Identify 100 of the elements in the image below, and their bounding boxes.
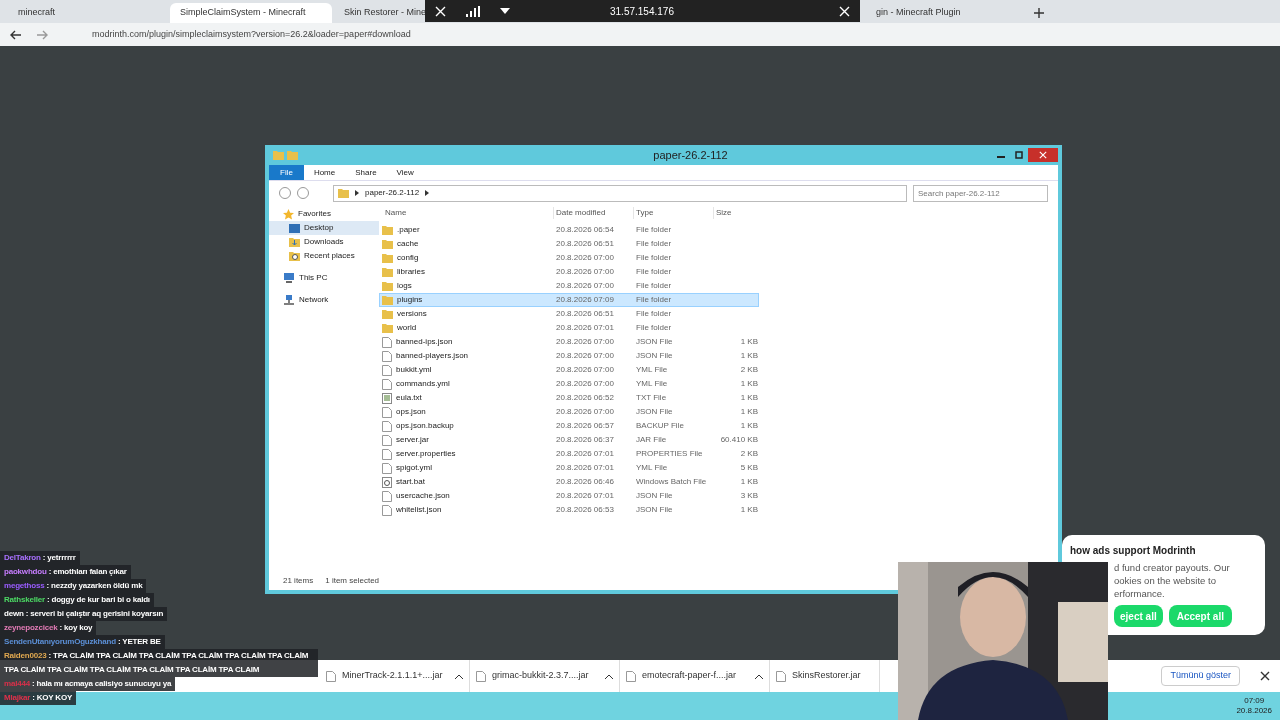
caret-icon[interactable] <box>455 673 463 679</box>
back-icon[interactable] <box>10 29 22 40</box>
chevron-icon[interactable] <box>353 189 361 197</box>
file-date: 20.8.2026 07:00 <box>555 280 615 292</box>
file-row[interactable]: ops.json 20.8.2026 07:00 JSON File 1 KB <box>379 405 759 419</box>
nav-item[interactable]: Downloads <box>269 235 379 249</box>
nav-item[interactable]: Network <box>269 293 379 307</box>
search-field[interactable]: Search paper-26.2-112 <box>913 184 1048 202</box>
file-row[interactable]: server.jar 20.8.2026 06:37 JAR File 60.410 KB <box>379 433 759 447</box>
file-row[interactable]: config 20.8.2026 07:00 File folder <box>379 251 759 265</box>
file-row[interactable]: bukkit.yml 20.8.2026 07:00 YML File 2 KB <box>379 363 759 377</box>
desktop-icon <box>289 223 300 233</box>
file-size: 1 KB <box>739 476 758 488</box>
file-row[interactable]: eula.txt 20.8.2026 06:52 TXT File 1 KB <box>379 391 759 405</box>
file-icon <box>476 670 486 682</box>
file-icon <box>776 670 786 682</box>
ribbon-tab[interactable]: View <box>386 165 424 180</box>
file-date: 20.8.2026 07:01 <box>555 448 615 460</box>
nav-item[interactable]: Desktop <box>269 221 379 235</box>
caret-icon[interactable] <box>605 673 613 679</box>
file-row[interactable]: ops.json.backup 20.8.2026 06:57 BACKUP File 1 KB <box>379 419 759 433</box>
banner-text: d fund creator payouts. Our <box>1114 561 1231 574</box>
clock-time: 07:09 <box>1244 696 1265 706</box>
file-size: 1 KB <box>739 378 758 390</box>
folder-icon <box>273 150 284 160</box>
file-name: versions <box>397 308 427 320</box>
ip-address: 31.57.154.176 <box>610 4 674 19</box>
ribbon-tab[interactable]: Share <box>345 165 387 180</box>
nav-item[interactable]: Recent places <box>269 249 379 263</box>
file-row[interactable]: commands.yml 20.8.2026 07:00 YML File 1 KB <box>379 377 759 391</box>
url-field[interactable]: modrinth.com/plugin/simpleclaimsystem?version=26.2&loader=paper#download <box>62 27 1270 42</box>
file-size: 1 KB <box>739 420 758 432</box>
close-icon[interactable] <box>1260 671 1270 681</box>
folder-icon <box>382 253 393 263</box>
chat-message: megethoss : nezzdy yazarken öldü mk <box>0 579 147 593</box>
folder-icon <box>287 150 298 160</box>
file-name: spigot.yml <box>396 462 432 474</box>
file-row[interactable]: world 20.8.2026 07:01 File folder <box>379 321 759 335</box>
file-name: ops.json.backup <box>396 420 454 432</box>
caret-icon[interactable] <box>755 673 763 679</box>
gear-file-icon <box>382 476 392 488</box>
folder-icon <box>382 239 393 249</box>
ribbon-tab[interactable]: Home <box>303 165 346 180</box>
file-type: BACKUP File <box>635 420 685 432</box>
chat-message: Mlajkar : KOY KOY <box>0 691 77 705</box>
file-row[interactable]: whitelist.json 20.8.2026 06:53 JSON File 1 KB <box>379 503 759 517</box>
file-type: YML File <box>635 378 669 390</box>
disconnect-icon[interactable] <box>435 5 446 17</box>
new-tab-icon[interactable] <box>1034 8 1044 18</box>
file-type: File folder <box>635 224 673 236</box>
file-icon <box>626 670 636 682</box>
file-row[interactable]: server.properties 20.8.2026 07:01 PROPERTIES File 2 KB <box>379 447 759 461</box>
column-header[interactable]: Name <box>379 207 553 219</box>
file-type: File folder <box>635 322 673 334</box>
file-size: 1 KB <box>739 350 758 362</box>
nav-item[interactable]: Favorites <box>269 207 379 221</box>
ribbon-tab[interactable]: File <box>269 165 304 180</box>
file-row[interactable]: logs 20.8.2026 07:00 File folder <box>379 279 759 293</box>
file-name: config <box>397 252 419 264</box>
recent-folder-icon <box>289 251 300 261</box>
column-header[interactable]: Size <box>713 207 759 219</box>
file-row[interactable]: libraries 20.8.2026 07:00 File folder <box>379 265 759 279</box>
clock-date: 20.8.2026 <box>1236 706 1272 716</box>
file-row[interactable]: banned-ips.json 20.8.2026 07:00 JSON File 1 KB <box>379 335 759 349</box>
file-row[interactable]: spigot.yml 20.8.2026 07:01 YML File 5 KB <box>379 461 759 475</box>
nav-item[interactable]: This PC <box>269 271 379 285</box>
browser-tab[interactable]: Skin Restorer - Mine <box>334 3 426 23</box>
file-type: JAR File <box>635 434 668 446</box>
file-row[interactable]: plugins 20.8.2026 07:09 File folder <box>379 293 759 307</box>
browser-tab[interactable]: minecraft <box>8 3 168 23</box>
dropdown-icon[interactable] <box>500 8 510 14</box>
address-field[interactable]: paper-26.2-112 <box>333 184 907 202</box>
column-header[interactable]: Date modified <box>553 207 633 219</box>
file-row[interactable]: .paper 20.8.2026 06:54 File folder <box>379 223 759 237</box>
file-date: 20.8.2026 06:53 <box>555 504 615 516</box>
file-row[interactable]: banned-players.json 20.8.2026 07:00 JSON File 1 KB <box>379 349 759 363</box>
forward-icon[interactable] <box>36 29 48 40</box>
file-date: 20.8.2026 06:52 <box>555 392 615 404</box>
file-name: banned-ips.json <box>396 336 453 348</box>
file-size: 60.410 KB <box>719 434 758 446</box>
file-date: 20.8.2026 06:37 <box>555 434 615 446</box>
file-date: 20.8.2026 06:51 <box>555 238 615 250</box>
file-row[interactable]: usercache.json 20.8.2026 07:01 JSON File 3 KB <box>379 489 759 503</box>
folder-icon <box>382 281 393 291</box>
browser-tab[interactable]: SimpleClaimSystem - Minecraft <box>170 3 332 23</box>
item-count: 21 items <box>283 575 314 587</box>
show-all-button[interactable]: Tümünü göster <box>1161 666 1240 686</box>
file-row[interactable]: cache 20.8.2026 06:51 File folder <box>379 237 759 251</box>
file-row[interactable]: start.bat 20.8.2026 06:46 Windows Batch File 1 KB <box>379 475 759 489</box>
file-row[interactable]: versions 20.8.2026 06:51 File folder <box>379 307 759 321</box>
file-icon <box>382 504 392 516</box>
file-size: 1 KB <box>739 406 758 418</box>
browser-tab[interactable]: gin - Minecraft Plugin <box>866 3 1026 23</box>
file-type: File folder <box>635 294 673 306</box>
column-header[interactable]: Type <box>633 207 713 219</box>
file-type: File folder <box>635 252 673 264</box>
folder-icon <box>382 309 393 319</box>
close-button[interactable] <box>1028 148 1058 162</box>
file-date: 20.8.2026 07:00 <box>555 336 615 348</box>
file-icon <box>382 336 392 348</box>
